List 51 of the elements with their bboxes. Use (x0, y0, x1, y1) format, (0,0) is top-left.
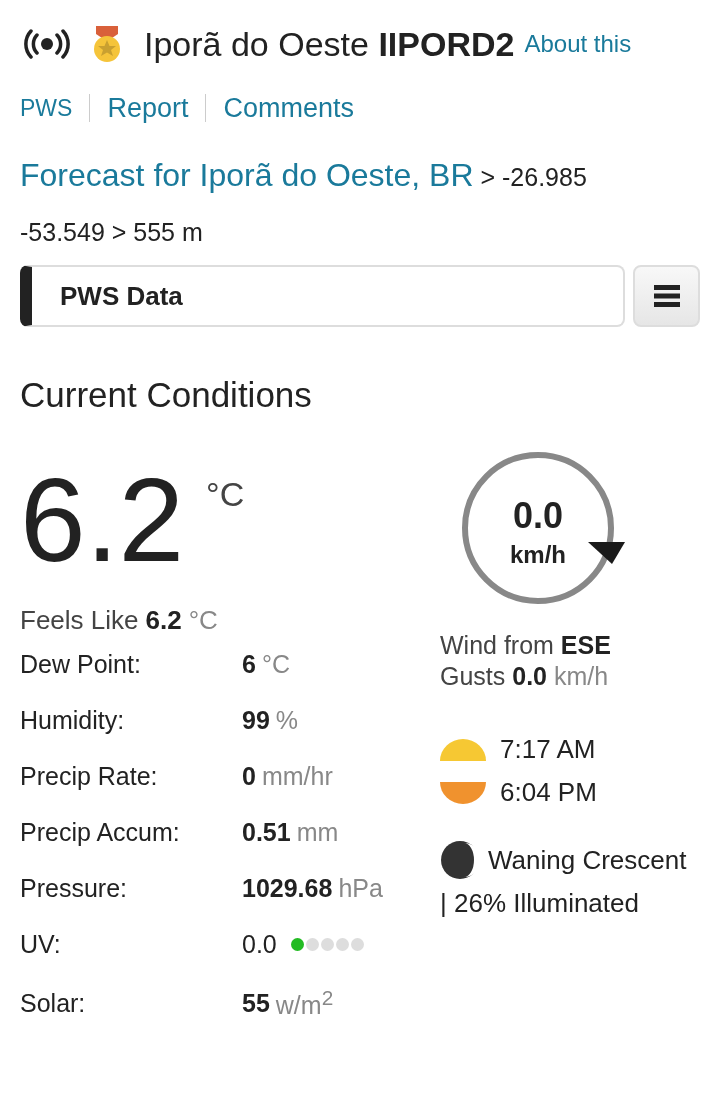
row-value: 6 (242, 650, 256, 679)
unit-label: mm/hr (261, 762, 333, 791)
row-label: Precip Rate: (20, 762, 159, 791)
unit-label: hPa (338, 874, 383, 903)
unit-label: mm (296, 818, 339, 847)
row-value: 1029.68 (242, 874, 333, 903)
sunset-time: 6:04 PM (500, 777, 597, 808)
moon-icon (440, 840, 480, 880)
menu-button[interactable] (633, 265, 700, 327)
forecast-link[interactable]: Forecast for Iporã do Oeste, BR (20, 157, 474, 193)
row-value: 0.51 (242, 818, 291, 847)
row-label: Precip Accum: (20, 818, 181, 847)
gusts-label: Gusts (440, 662, 506, 690)
wind-speed: 0.0 (512, 495, 563, 537)
nav-link[interactable]: Comments (223, 92, 354, 124)
wind-from-label: Wind from (440, 631, 554, 659)
section-select[interactable]: PWS Data (20, 265, 625, 327)
row-label: Humidity: (20, 706, 126, 735)
sunset-icon (440, 781, 486, 804)
sunrise-time: 7:17 AM (500, 734, 596, 765)
row-value: 0.0 (242, 930, 277, 959)
temperature-unit: °C (206, 475, 245, 514)
sunrise-icon (440, 738, 486, 761)
row-label: Solar: (20, 988, 87, 1018)
medal-icon (92, 25, 122, 63)
feels-like-value: 6.2 (145, 605, 182, 636)
unit-label: w/m$^{2}$ (275, 986, 334, 1021)
about-link[interactable]: About this (524, 30, 632, 58)
row-value: 0 (242, 762, 256, 791)
wind-direction: ESE (560, 631, 611, 659)
nav-link[interactable]: Report (107, 92, 189, 124)
unit-label: °C (188, 605, 218, 636)
row-label: UV: (20, 930, 62, 959)
row-value: 99 (242, 706, 270, 735)
row-label: Pressure: (20, 874, 128, 903)
menu-icon (653, 285, 680, 307)
moon-illumination: | 26% Illuminated (440, 888, 640, 919)
unit-label: % (275, 706, 299, 735)
row-label: Dew Point: (20, 650, 142, 679)
wind-unit: km/h (510, 541, 566, 569)
row-value: 55 (242, 988, 270, 1018)
section-heading: Current Conditions (20, 375, 313, 415)
temperature-value: 6.2 (20, 453, 185, 588)
station-title: Iporã do Oeste IIPORD2 (144, 24, 515, 64)
nav-link[interactable]: PWS (20, 94, 73, 122)
unit-label: °C (261, 650, 290, 679)
moon-phase: Waning Crescent (488, 844, 687, 876)
unit-label: km/h (553, 662, 609, 690)
gusts-value: 0.0 (512, 662, 547, 690)
feels-like-label: Feels Like (20, 605, 139, 636)
location-text: Forecast for Iporã do Oeste, BR > -26.985 -53.549 > 555 m (20, 156, 588, 248)
